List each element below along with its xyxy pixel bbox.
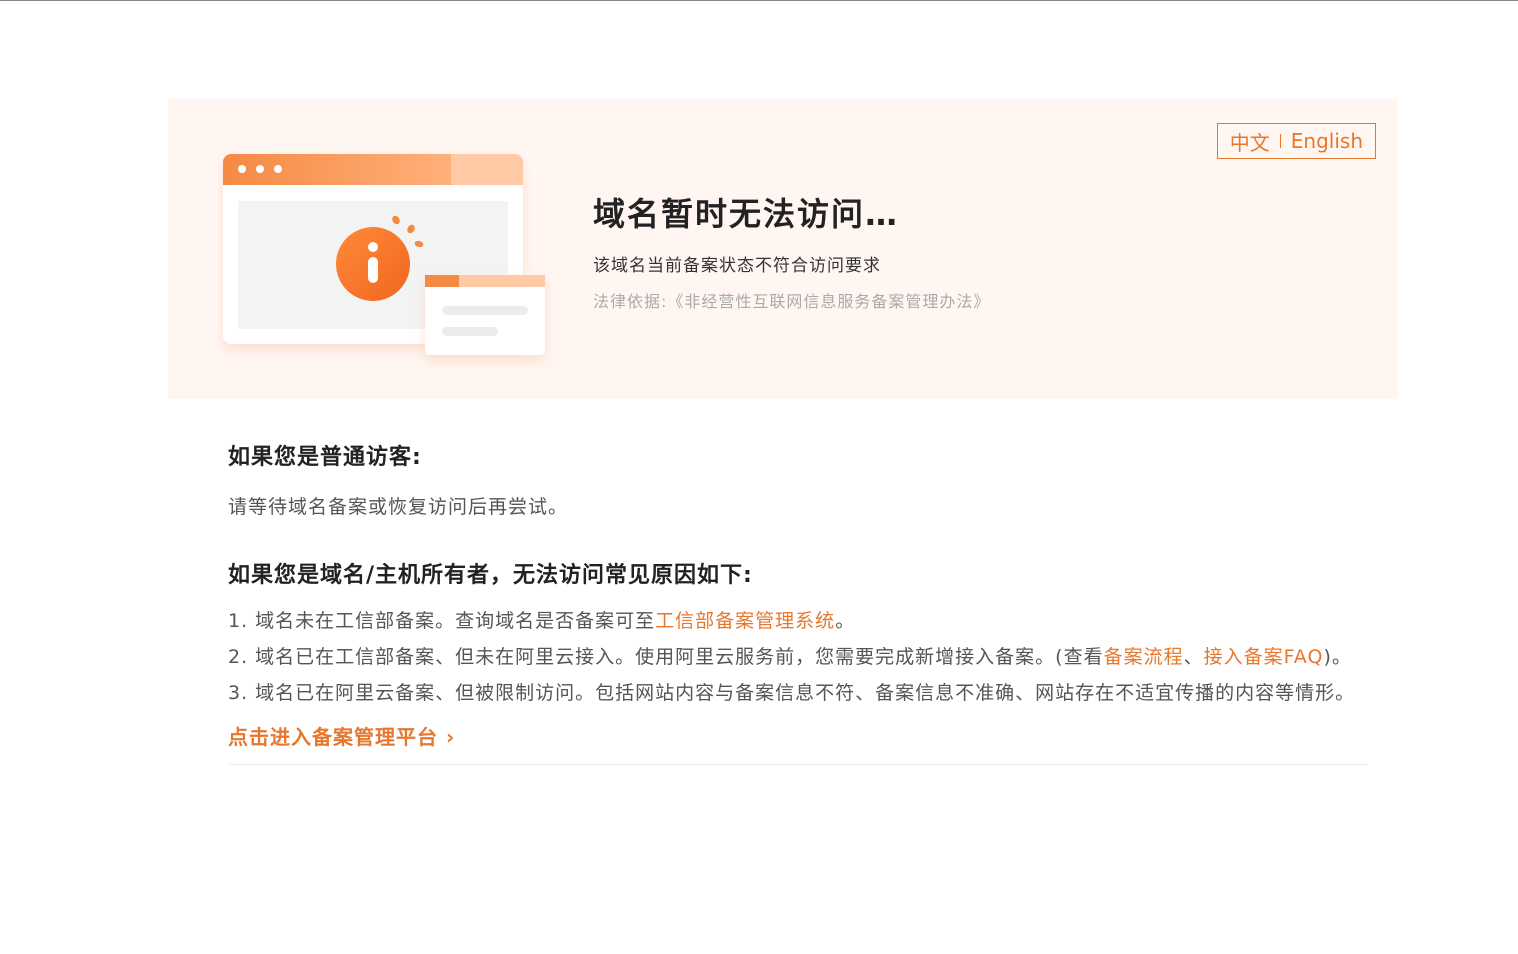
help-content: 如果您是普通访客: 请等待域名备案或恢复访问后再尝试。 如果您是域名/主机所有者… bbox=[228, 439, 1368, 765]
lang-english-button[interactable]: English bbox=[1291, 129, 1363, 153]
filing-platform-label: 点击进入备案管理平台 bbox=[228, 725, 438, 749]
reason-item-2: 2. 域名已在工信部备案、但未在阿里云接入。使用阿里云服务前，您需要完成新增接入… bbox=[228, 639, 1368, 675]
chevron-right-icon: › bbox=[445, 725, 456, 749]
miit-system-link[interactable]: 工信部备案管理系统 bbox=[655, 610, 835, 632]
notice-banner: 中文 English 域名暂时无法访问… 该域名当前备案状态不符合访问要求 法律… bbox=[168, 99, 1398, 399]
reason-1-suffix: 。 bbox=[835, 610, 856, 632]
reason-list: 1. 域名未在工信部备案。查询域名是否备案可至工信部备案管理系统。 2. 域名已… bbox=[228, 603, 1368, 711]
reason-item-1: 1. 域名未在工信部备案。查询域名是否备案可至工信部备案管理系统。 bbox=[228, 603, 1368, 639]
status-subtitle: 该域名当前备案状态不符合访问要求 bbox=[593, 256, 881, 276]
reason-2-text: 2. 域名已在工信部备案、但未在阿里云接入。使用阿里云服务前，您需要完成新增接入… bbox=[228, 646, 1104, 668]
visitor-heading: 如果您是普通访客: bbox=[228, 445, 422, 470]
lang-divider bbox=[1279, 134, 1281, 148]
language-switcher: 中文 English bbox=[1216, 123, 1376, 159]
owner-heading: 如果您是域名/主机所有者，无法访问常见原因如下: bbox=[228, 563, 753, 588]
filing-process-link[interactable]: 备案流程 bbox=[1104, 646, 1184, 668]
reason-2-separator: 、 bbox=[1183, 646, 1204, 668]
access-filing-faq-link[interactable]: 接入备案FAQ bbox=[1204, 646, 1324, 668]
page-title: 域名暂时无法访问… bbox=[593, 195, 900, 233]
legal-basis: 法律依据:《非经营性互联网信息服务备案管理办法》 bbox=[593, 292, 991, 311]
reason-2-suffix: )。 bbox=[1323, 646, 1352, 668]
reason-1-text: 1. 域名未在工信部备案。查询域名是否备案可至 bbox=[228, 610, 656, 632]
visitor-text: 请等待域名备案或恢复访问后再尝试。 bbox=[228, 496, 569, 518]
lang-chinese-button[interactable]: 中文 bbox=[1230, 127, 1270, 156]
reason-item-3: 3. 域名已在阿里云备案、但被限制访问。包括网站内容与备案信息不符、备案信息不准… bbox=[228, 682, 1356, 704]
divider bbox=[228, 764, 1368, 765]
filing-platform-link[interactable]: 点击进入备案管理平台 › bbox=[228, 721, 455, 750]
browser-info-icon bbox=[223, 154, 545, 355]
